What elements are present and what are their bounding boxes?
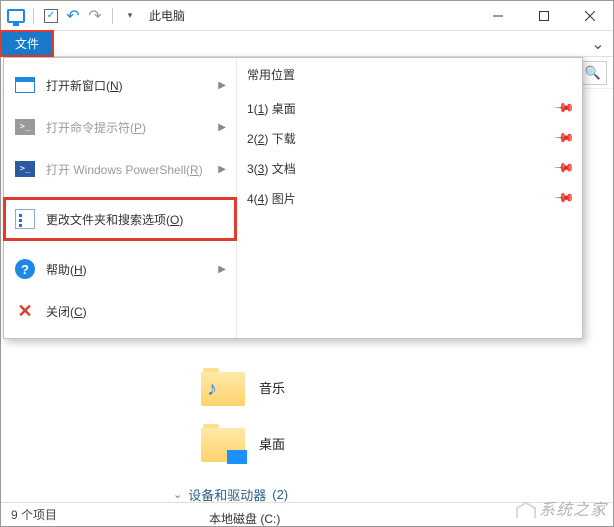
folder-item[interactable]: 桌面: [201, 415, 613, 471]
location-label: 3(3) 文档: [247, 160, 296, 177]
divider: [33, 8, 34, 24]
window-controls: [475, 1, 613, 31]
pin-icon[interactable]: 📌: [553, 157, 576, 180]
frequent-location[interactable]: 4(4) 图片📌: [247, 183, 572, 213]
section-count: (2): [272, 487, 288, 502]
frequent-header: 常用位置: [247, 66, 572, 83]
file-menu-item[interactable]: 打开新窗口(N) ▶: [4, 64, 236, 106]
window-title: 此电脑: [149, 7, 185, 24]
file-menu-item[interactable]: ? 帮助(H) ▶: [4, 248, 236, 290]
quick-access-toolbar: ✓ ↶ ↷ ▾: [7, 7, 139, 25]
folder-item[interactable]: ♪ 音乐: [201, 359, 613, 415]
close-icon: ✕: [14, 300, 36, 322]
submenu-arrow-icon: ▶: [218, 264, 226, 275]
music-folder-icon: ♪: [201, 368, 245, 406]
ribbon-tabs: 文件 ⌄: [1, 31, 613, 57]
search-input[interactable]: 🔍: [579, 61, 607, 85]
menu-item-label: 关闭(C): [46, 303, 87, 320]
title-bar: ✓ ↶ ↷ ▾ 此电脑: [1, 1, 613, 31]
pin-icon[interactable]: 📌: [553, 97, 576, 120]
chevron-down-icon: ⌄: [173, 488, 182, 501]
item-count: 9 个项目: [11, 506, 57, 523]
pin-icon[interactable]: 📌: [553, 187, 576, 210]
frequent-location[interactable]: 3(3) 文档📌: [247, 153, 572, 183]
location-label: 4(4) 图片: [247, 190, 296, 207]
undo-icon[interactable]: ↶: [64, 7, 82, 25]
search-icon: 🔍: [585, 65, 601, 81]
menu-item-label: 打开新窗口(N): [46, 77, 123, 94]
menu-item-label: 更改文件夹和搜索选项(O): [46, 211, 183, 228]
folder-label: 桌面: [259, 434, 285, 453]
file-menu-item[interactable]: 更改文件夹和搜索选项(O): [4, 198, 236, 240]
cmd-icon: >_: [14, 116, 36, 138]
pin-icon[interactable]: 📌: [553, 127, 576, 150]
qat-dropdown-icon[interactable]: ▾: [121, 7, 139, 25]
file-tab[interactable]: 文件: [1, 31, 53, 56]
redo-icon[interactable]: ↷: [86, 7, 104, 25]
file-menu-dropdown: 打开新窗口(N) ▶ >_ 打开命令提示符(P) ▶ >_ 打开 Windows Power…: [3, 57, 583, 339]
window-icon: [14, 74, 36, 96]
file-menu-item: >_ 打开命令提示符(P) ▶: [4, 106, 236, 148]
help-icon: ?: [14, 258, 36, 280]
file-menu-item: >_ 打开 Windows PowerShell(R) ▶: [4, 148, 236, 190]
ps-icon: >_: [14, 158, 36, 180]
this-pc-icon: [7, 7, 25, 25]
folder-label: 音乐: [259, 378, 285, 397]
maximize-button[interactable]: [521, 1, 567, 31]
divider: [112, 8, 113, 24]
options-icon: [14, 208, 36, 230]
minimize-button[interactable]: [475, 1, 521, 31]
submenu-arrow-icon: ▶: [218, 80, 226, 91]
file-menu-left: 打开新窗口(N) ▶ >_ 打开命令提示符(P) ▶ >_ 打开 Windows Power…: [4, 58, 236, 338]
menu-item-label: 打开命令提示符(P): [46, 119, 146, 136]
location-label: 2(2) 下载: [247, 130, 296, 147]
desktop-folder-icon: [201, 424, 245, 462]
status-bar: 9 个项目: [1, 502, 613, 526]
file-menu-right: 常用位置 1(1) 桌面📌2(2) 下载📌3(3) 文档📌4(4) 图片📌: [236, 58, 582, 338]
expand-ribbon-icon[interactable]: ⌄: [583, 31, 613, 56]
frequent-location[interactable]: 1(1) 桌面📌: [247, 93, 572, 123]
submenu-arrow-icon: ▶: [218, 122, 226, 133]
location-label: 1(1) 桌面: [247, 100, 296, 117]
menu-item-label: 帮助(H): [46, 261, 87, 278]
frequent-location[interactable]: 2(2) 下载📌: [247, 123, 572, 153]
close-button[interactable]: [567, 1, 613, 31]
submenu-arrow-icon: ▶: [218, 164, 226, 175]
file-menu-item[interactable]: ✕ 关闭(C): [4, 290, 236, 332]
properties-checkbox-icon[interactable]: ✓: [42, 7, 60, 25]
menu-item-label: 打开 Windows PowerShell(R): [46, 161, 203, 178]
